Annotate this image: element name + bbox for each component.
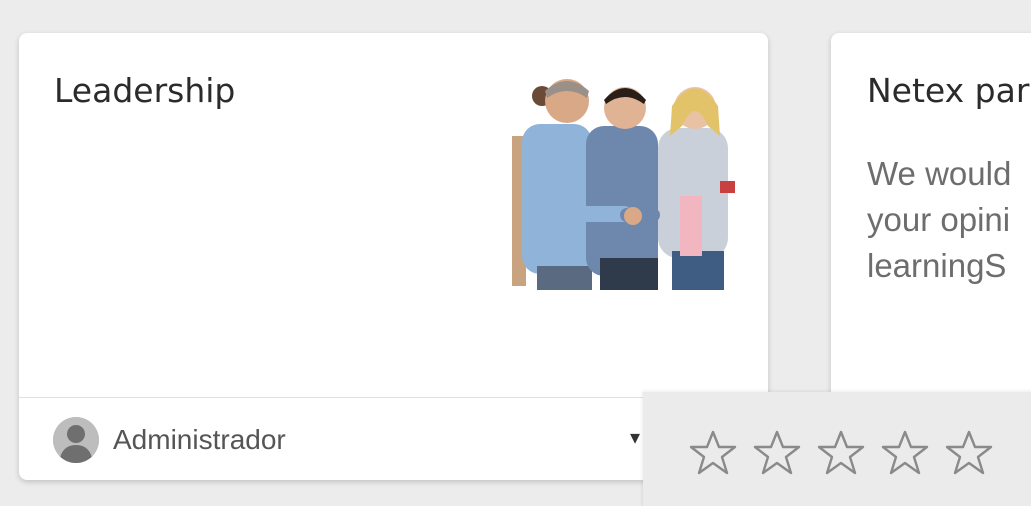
star-outline-icon[interactable] [816,428,866,478]
description-line: We would [867,155,1012,192]
course-thumbnail-image [512,66,735,290]
card-title: Netex par [867,71,1030,110]
card-description: We would your opini learningS [867,151,1031,289]
rating-panel [643,392,1031,506]
avatar [53,417,99,463]
star-outline-icon[interactable] [880,428,930,478]
star-rating [688,428,994,478]
description-line: learningS [867,247,1007,284]
star-outline-icon[interactable] [944,428,994,478]
star-outline-icon[interactable] [752,428,802,478]
author-name: Administrador [113,424,286,455]
card-title: Leadership [54,71,236,110]
star-outline-icon[interactable] [688,428,738,478]
description-line: your opini [867,201,1011,238]
